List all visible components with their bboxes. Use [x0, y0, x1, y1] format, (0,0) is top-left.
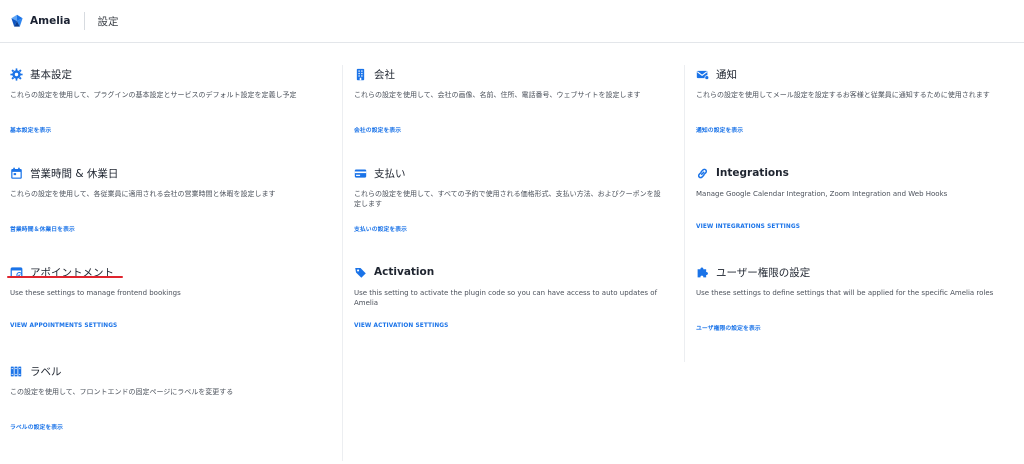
card-description: Use this setting to activate the plugin … — [354, 289, 658, 307]
card-title: 会社 — [374, 68, 395, 81]
amelia-logo[interactable]: Amelia — [10, 14, 70, 28]
gear-icon — [10, 67, 23, 81]
card-description: これらの設定を使用して、プラグインの基本設定とサービスのデフォルト設定を定義し予… — [10, 91, 297, 99]
card-title: Integrations — [716, 167, 789, 179]
settings-card-general: 基本設定 これらの設定を使用して、プラグインの基本設定とサービスのデフォルト設定… — [0, 65, 342, 164]
tag-icon — [354, 266, 367, 279]
page-title: 設定 — [97, 15, 119, 28]
settings-card-payments: 支払い これらの設定を使用して、すべての予約で使用される価格形式、支払い方法、お… — [342, 164, 684, 263]
view-activation-settings-link[interactable]: VIEW ACTIVATION SETTINGS — [354, 323, 448, 329]
card-description: これらの設定を使用して、会社の画像、名前、住所、電話番号、ウェブサイトを設定しま… — [354, 91, 641, 99]
view-working-hours-link[interactable]: 営業時間＆休業日を表示 — [10, 224, 75, 233]
view-roles-settings-link[interactable]: ユーザ権限の設定を表示 — [696, 323, 761, 332]
card-title: 支払い — [374, 167, 406, 180]
header-divider — [84, 12, 86, 30]
credit-card-icon — [354, 167, 367, 180]
view-labels-settings-link[interactable]: ラベルの設定を表示 — [10, 422, 63, 431]
view-payments-settings-link[interactable]: 支払いの設定を表示 — [354, 224, 407, 233]
card-description: これらの設定を使用してメール設定を設定するお客様と従業員に通知するために使用され… — [696, 91, 990, 99]
card-title: ラベル — [30, 365, 62, 378]
card-description: Manage Google Calendar Integration, Zoom… — [696, 190, 948, 198]
card-description: Use these settings to define settings th… — [696, 289, 994, 297]
card-description: これらの設定を使用して、各従業員に適用される会社の営業時間と休暇を設定します — [10, 190, 276, 198]
card-title: 基本設定 — [30, 68, 72, 81]
red-underline-annotation — [7, 276, 123, 278]
amelia-logo-icon — [11, 14, 23, 27]
settings-card-roles: ユーザー権限の設定 Use these settings to define s… — [684, 263, 1024, 362]
view-integrations-settings-link[interactable]: VIEW INTEGRATIONS SETTINGS — [696, 224, 800, 230]
envelope-icon — [696, 68, 709, 81]
settings-card-appointments: アポイントメント Use these settings to manage fr… — [0, 263, 342, 362]
settings-card-integrations: Integrations Manage Google Calendar Inte… — [684, 164, 1024, 263]
card-title: 営業時間 & 休業日 — [30, 167, 119, 180]
card-description: Use these settings to manage frontend bo… — [10, 289, 181, 297]
link-icon — [696, 167, 709, 180]
building-icon — [354, 68, 367, 81]
puzzle-icon — [696, 266, 709, 279]
view-general-settings-link[interactable]: 基本設定を表示 — [10, 125, 51, 134]
card-description: これらの設定を使用して、すべての予約で使用される価格形式、支払い方法、およびクー… — [354, 190, 661, 208]
settings-card-activation: Activation Use this setting to activate … — [342, 263, 684, 362]
top-bar: Amelia 設定 — [0, 0, 1024, 43]
card-title: 通知 — [716, 68, 737, 81]
settings-card-working-hours: 営業時間 & 休業日 これらの設定を使用して、各従業員に適用される会社の営業時間… — [0, 164, 342, 263]
brand-name: Amelia — [30, 15, 71, 27]
view-notifications-settings-link[interactable]: 通知の設定を表示 — [696, 125, 743, 134]
calendar-icon — [10, 167, 23, 180]
card-title: ユーザー権限の設定 — [716, 266, 811, 279]
view-appointments-settings-link[interactable]: VIEW APPOINTMENTS SETTINGS — [10, 323, 117, 329]
empty-grid-cell — [342, 362, 684, 461]
settings-card-labels: ラベル この設定を使用して、フロントエンドの固定ページにラベルを変更する ラベル… — [0, 362, 342, 461]
card-description: この設定を使用して、フロントエンドの固定ページにラベルを変更する — [10, 388, 234, 396]
view-company-settings-link[interactable]: 会社の設定を表示 — [354, 125, 401, 134]
settings-card-company: 会社 これらの設定を使用して、会社の画像、名前、住所、電話番号、ウェブサイトを設… — [342, 65, 684, 164]
settings-grid: 基本設定 これらの設定を使用して、プラグインの基本設定とサービスのデフォルト設定… — [0, 43, 1024, 461]
settings-card-notifications: 通知 これらの設定を使用してメール設定を設定するお客様と従業員に通知するために使… — [684, 65, 1024, 164]
books-icon — [10, 365, 23, 378]
card-title: Activation — [374, 266, 435, 278]
